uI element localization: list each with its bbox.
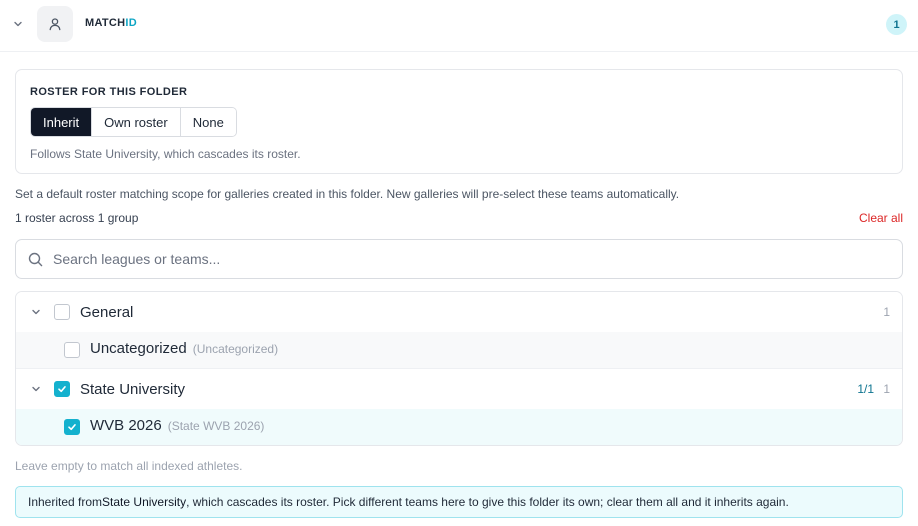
- group-count: 1: [883, 382, 890, 396]
- item-name: WVB 2026: [90, 417, 162, 434]
- item-checkbox-wvb-2026[interactable]: [64, 419, 80, 435]
- roster-title: ROSTER FOR THIS FOLDER: [30, 86, 188, 98]
- search-input[interactable]: [53, 249, 883, 269]
- brand-title: MATCHID: [85, 17, 137, 29]
- banner-suffix: , which cascades its roster. Pick differ…: [186, 495, 789, 509]
- scope-description: Set a default roster matching scope for …: [15, 187, 680, 201]
- banner-source: State University: [102, 495, 187, 509]
- group-checkbox-general[interactable]: [54, 304, 70, 320]
- group-row-general[interactable]: General 1: [16, 292, 902, 332]
- clear-all-link[interactable]: Clear all: [859, 211, 903, 225]
- roster-summary: 1 roster across 1 group: [15, 211, 139, 225]
- item-label: Uncategorized (Uncategorized): [90, 340, 278, 357]
- count-badge: 1: [886, 14, 907, 35]
- none-button[interactable]: None: [180, 108, 236, 136]
- empty-hint: Leave empty to match all indexed athlete…: [15, 459, 243, 473]
- item-subtitle: (State WVB 2026): [167, 419, 265, 433]
- user-icon: [37, 6, 73, 42]
- inherited-banner: Inherited from State University, which c…: [15, 486, 903, 518]
- item-subtitle: (Uncategorized): [192, 342, 279, 356]
- banner-prefix: Inherited from: [28, 495, 103, 509]
- search-icon: [28, 252, 43, 267]
- group-checkbox-state-university[interactable]: [54, 381, 70, 397]
- search-box: [15, 239, 903, 279]
- item-name: Uncategorized: [90, 340, 187, 357]
- roster-mode-toggle: Inherit Own roster None: [30, 107, 237, 137]
- inherit-button[interactable]: Inherit: [31, 108, 93, 136]
- group-label: State University: [80, 381, 186, 398]
- chevron-down-icon[interactable]: [30, 383, 42, 395]
- list-item-uncategorized[interactable]: Uncategorized (Uncategorized): [16, 332, 902, 368]
- chevron-down-icon[interactable]: [30, 306, 42, 318]
- matchid-header[interactable]: MATCHID 1: [0, 0, 918, 52]
- roster-tree: General 1 Uncategorized (Uncategorized) S…: [15, 291, 903, 446]
- group-count: 1: [883, 305, 890, 319]
- group-label: General: [80, 304, 134, 321]
- roster-card: ROSTER FOR THIS FOLDER Inherit Own roste…: [15, 69, 903, 174]
- list-item-wvb-2026[interactable]: WVB 2026 (State WVB 2026): [16, 409, 902, 445]
- own-roster-button[interactable]: Own roster: [92, 108, 181, 136]
- group-selected-ratio: 1/1: [857, 382, 874, 396]
- item-label: WVB 2026 (State WVB 2026): [90, 417, 264, 434]
- group-row-state-university[interactable]: State University 1/1 1: [16, 368, 902, 408]
- check-icon: [58, 386, 66, 393]
- check-icon: [68, 424, 76, 431]
- roster-description: Follows State University, which cascades…: [30, 147, 301, 161]
- chevron-down-icon[interactable]: [12, 18, 24, 30]
- brand-main: MATCH: [85, 17, 126, 29]
- brand-accent: ID: [125, 17, 138, 29]
- item-checkbox-uncategorized[interactable]: [64, 342, 80, 358]
